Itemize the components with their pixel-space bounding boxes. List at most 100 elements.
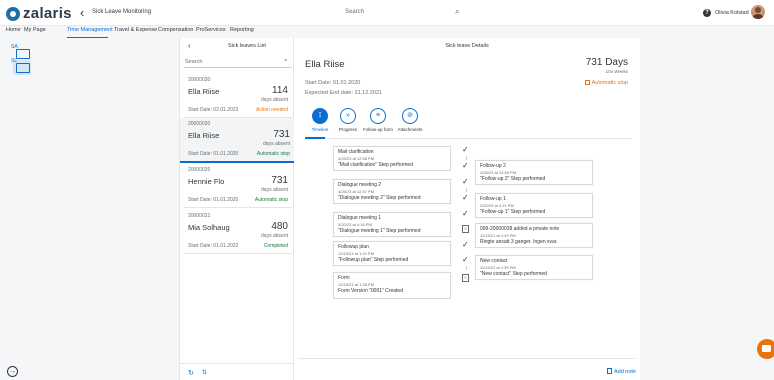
timeline-desc: "Dialogue meeting 2" Step performed — [338, 195, 421, 201]
timeline-title: Dialogue meeting 1 — [338, 215, 382, 221]
days-unit: days absent — [261, 97, 288, 103]
nav-home[interactable]: Home — [6, 27, 21, 33]
note-icon: ≡ — [462, 225, 469, 233]
logo-text: zalaris — [23, 5, 72, 22]
form-icon: ≡ — [370, 108, 386, 124]
days-count: 731 — [271, 175, 288, 186]
timeline-desc: "Follow-up 2" Step performed — [480, 176, 546, 182]
nav-compensation[interactable]: Compensation — [158, 27, 193, 33]
checkmark-icon: ✓ — [462, 255, 469, 264]
add-note-label: Add note — [613, 369, 636, 375]
timeline-item: 099-20000028 added a private note 11/15/… — [475, 223, 593, 248]
employee-name: Ella Riise — [188, 131, 220, 140]
timeline-item: Dialogue meeting 1 2/20/23 at 4:16 PM "D… — [333, 212, 451, 237]
list-footer: ↻ ⇅ — [180, 363, 295, 380]
checkmark-icon: ✓ — [462, 145, 469, 154]
note-icon — [606, 368, 612, 374]
nav-proservices[interactable]: ProServices — [196, 27, 226, 33]
days-count: 731 — [273, 129, 290, 140]
shell-bar: zalaris ‹ Sick Leave Monitoring Search ⌕… — [0, 0, 774, 26]
list-header: ‹ Sick leaves List — [180, 38, 295, 55]
tab-progress[interactable]: » Progress — [333, 108, 363, 132]
top-navigation: Home My Page Time Management Travel & Ex… — [0, 26, 774, 38]
timeline-title: Followup plan — [338, 244, 369, 250]
stop-icon — [584, 80, 590, 85]
details-start-date: Start Date: 01.01.2020 — [305, 80, 361, 86]
start-date: Start Date: 01.01.2020 — [188, 151, 239, 157]
tab-label: Attachments — [397, 127, 423, 132]
details-weeks: 104 Weeks — [605, 69, 628, 74]
details-employee-name: Ella Riise — [305, 59, 345, 70]
arrow-right-circle-icon[interactable]: → — [7, 366, 18, 377]
timeline-connector — [466, 266, 467, 270]
list-search-placeholder: Search — [185, 59, 203, 65]
employee-id: 20000030 — [188, 77, 211, 83]
employee-name: Mia Solhaug — [188, 223, 230, 232]
timeline-time: 12/15/21 at 1:28 PM — [338, 282, 375, 287]
app-title: Sick Leave Monitoring — [92, 9, 152, 15]
list-item[interactable]: 20000031 Mia Solhaug 480 days absent Sta… — [184, 210, 292, 254]
timeline-desc: "New contact" Step performed — [480, 271, 547, 277]
status-badge: Action needed — [256, 107, 288, 113]
global-search-input[interactable]: Search ⌕ — [337, 5, 477, 20]
nav-my-page[interactable]: My Page — [24, 27, 46, 33]
timeline-desc: "Mail clarification" Step performed — [338, 162, 413, 168]
refresh-icon[interactable]: ↻ — [188, 369, 194, 377]
zalaris-logo[interactable]: zalaris — [6, 5, 72, 22]
rail-item-sl[interactable]: SL — [11, 58, 31, 75]
sick-leaves-list-panel: ‹ Sick leaves List Search ⌕ 20000030 Ell… — [179, 38, 295, 380]
details-header: Sick leave Details — [445, 43, 489, 49]
list-item[interactable]: 20000030 Ella Riise 114 days absent Star… — [184, 74, 292, 118]
sort-icon[interactable]: ⇅ — [202, 369, 207, 376]
days-unit: days absent — [261, 187, 288, 193]
chat-button[interactable] — [757, 339, 774, 359]
days-count: 480 — [271, 221, 288, 232]
checkmark-icon: ✓ — [462, 209, 469, 218]
logo-mark-icon — [6, 6, 20, 21]
timeline-item: Form 12/15/21 at 1:28 PM Form Version "0… — [333, 272, 451, 299]
help-icon[interactable]: ? — [703, 9, 711, 17]
list-item[interactable]: 20000026 Hennie Flo 731 days absent Star… — [184, 164, 292, 208]
tab-follow-up-form[interactable]: ≡ Follow-up form — [363, 108, 393, 132]
days-count: 114 — [272, 85, 288, 96]
days-unit: days absent — [263, 141, 290, 147]
timeline-title: Follow-up 1 — [480, 196, 506, 202]
employee-id: 20000030 — [188, 121, 211, 127]
timeline-item: Follow-up 2 4/25/23 at 12:56 PM "Follow-… — [475, 160, 593, 185]
timeline-desc: "Dialogue meeting 1" Step performed — [338, 228, 421, 234]
days-unit: days absent — [261, 233, 288, 239]
details-days: 731 Days — [585, 57, 628, 68]
tab-timeline[interactable]: ⟟ Timeline — [305, 108, 335, 132]
nav-time-management[interactable]: Time Management — [67, 27, 113, 33]
list-title: Sick leaves List — [228, 43, 266, 49]
timeline-icon: ⟟ — [312, 108, 328, 124]
calendar-icon — [16, 49, 30, 59]
nav-travel-expense[interactable]: Travel & Expense — [114, 27, 157, 33]
timeline-time: 2/20/23 at 4:21 PM — [480, 203, 514, 208]
employee-id: 20000031 — [188, 213, 211, 219]
checkmark-icon: ✓ — [462, 177, 469, 186]
list-search-input[interactable]: Search ⌕ — [184, 56, 292, 68]
timeline-time: 11/15/21 at 1:35 PM — [480, 265, 516, 270]
timeline-title: Mail clarification — [338, 149, 374, 155]
search-icon[interactable]: ⌕ — [284, 57, 288, 65]
add-note-button[interactable]: Add note — [606, 368, 636, 375]
list-item-selected[interactable]: 20000030 Ella Riise 731 days absent Star… — [180, 118, 295, 163]
start-date: Start Date: 01.01.2022 — [188, 243, 239, 249]
search-icon[interactable]: ⌕ — [455, 7, 459, 17]
chevron-left-icon[interactable]: ‹ — [188, 41, 191, 50]
timeline-desc: "Follow-up 1" Step performed — [480, 209, 546, 215]
user-name[interactable]: Olivia Kolstad — [715, 10, 749, 16]
timeline-item: Mail clarification 4/25/23 at 12:58 PM "… — [333, 146, 451, 171]
timeline-time: 4/25/23 at 12:58 PM — [338, 156, 375, 161]
tab-active-indicator — [305, 137, 325, 139]
checkmark-icon: ✓ — [462, 161, 469, 170]
search-placeholder: Search — [345, 9, 365, 15]
back-chevron-icon[interactable]: ‹ — [80, 5, 84, 20]
nav-reporting[interactable]: Reporting — [230, 27, 254, 33]
timeline-time: 4/25/23 at 12:57 PM — [338, 189, 375, 194]
tab-attachments[interactable]: ⊘ Attachments — [395, 108, 425, 132]
nav-active-indicator — [67, 37, 108, 38]
avatar[interactable] — [751, 5, 765, 19]
tab-label: Progress — [338, 127, 357, 132]
